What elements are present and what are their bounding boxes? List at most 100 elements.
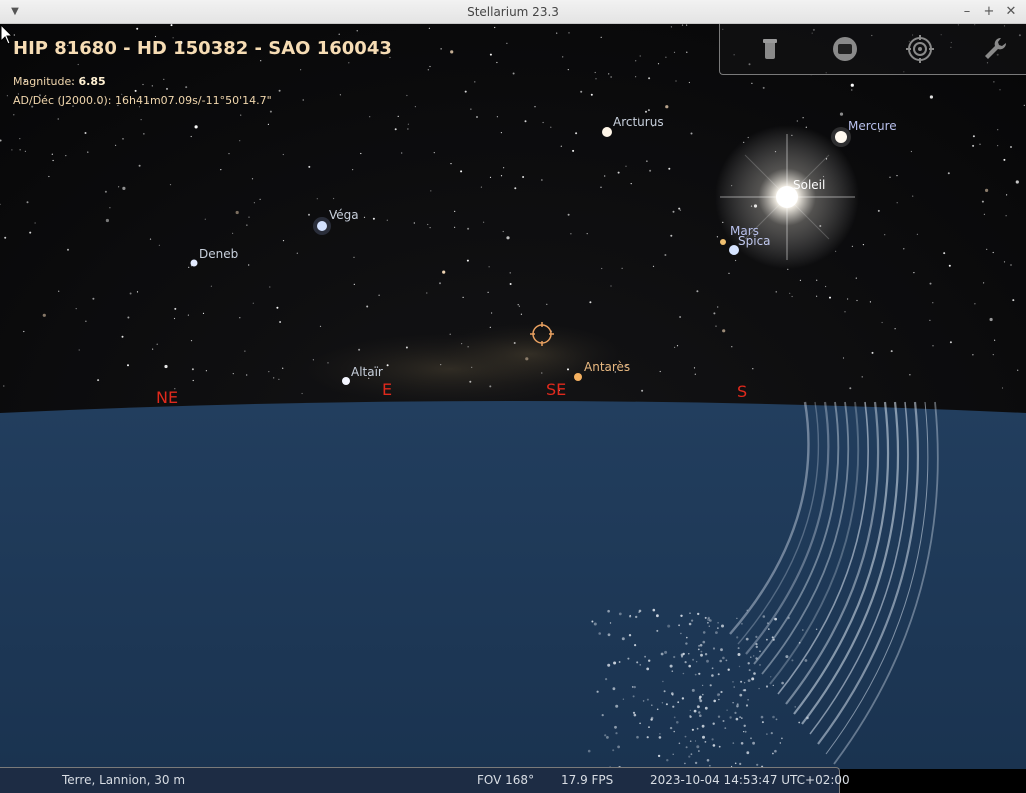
ground-speck xyxy=(734,762,737,765)
star xyxy=(1005,215,1007,217)
star xyxy=(109,207,111,209)
ground-speck xyxy=(751,677,755,681)
star xyxy=(97,379,100,382)
star xyxy=(353,256,355,258)
ground-speck xyxy=(688,664,691,668)
ground-speck xyxy=(733,686,735,688)
minimize-button[interactable]: – xyxy=(958,3,976,21)
star xyxy=(693,367,696,369)
star xyxy=(829,296,831,299)
milky-way-core xyxy=(440,324,620,384)
star xyxy=(105,218,109,223)
star xyxy=(474,81,476,83)
sky-view[interactable]: Soleil Mercure Mars Spica Arcturus Véga … xyxy=(0,24,1026,769)
star xyxy=(169,184,172,186)
star xyxy=(301,392,303,395)
ground-speck xyxy=(684,735,687,738)
arcturus-marker[interactable] xyxy=(602,127,612,137)
star xyxy=(850,83,854,87)
star xyxy=(158,244,160,246)
ground-speck xyxy=(639,664,641,666)
sky-canvas[interactable]: Soleil Mercure Mars Spica Arcturus Véga … xyxy=(0,24,1026,769)
ground-speck xyxy=(771,636,774,639)
title-bar: ▼ Stellarium 23.3 – + ✕ xyxy=(0,0,1026,24)
ground-speck xyxy=(760,715,764,719)
star xyxy=(248,216,250,218)
ground-speck xyxy=(606,736,609,739)
star xyxy=(1003,158,1006,161)
ground-speck xyxy=(717,627,719,629)
ground-speck xyxy=(673,730,675,733)
star xyxy=(413,222,415,224)
star xyxy=(799,279,802,281)
ground-speck xyxy=(639,722,641,725)
ground-speck xyxy=(743,682,746,684)
ground-speck xyxy=(735,717,739,721)
star xyxy=(676,345,679,347)
star xyxy=(617,171,620,174)
star xyxy=(679,316,682,318)
ground-speck xyxy=(691,688,695,692)
star xyxy=(518,305,521,307)
ground-speck xyxy=(772,752,774,755)
ground-speck xyxy=(704,653,708,656)
star xyxy=(429,65,431,68)
star xyxy=(405,346,408,349)
ground-speck xyxy=(736,636,739,639)
star xyxy=(204,218,206,220)
close-button[interactable]: ✕ xyxy=(1002,3,1020,21)
star xyxy=(138,164,141,167)
ground-speck xyxy=(712,722,715,725)
star xyxy=(308,165,311,168)
target-icon[interactable] xyxy=(905,34,935,64)
ground-speck xyxy=(740,680,743,683)
star xyxy=(849,387,852,390)
datetime-text[interactable]: 2023-10-04 14:53:47 UTC+02:00 xyxy=(650,773,850,787)
ground-speck xyxy=(622,698,625,700)
location-text[interactable]: Terre, Lannion, 30 m xyxy=(62,773,185,787)
star xyxy=(652,265,655,267)
star xyxy=(352,169,354,171)
star xyxy=(713,312,716,315)
star xyxy=(1010,264,1012,266)
ground-speck xyxy=(596,690,599,693)
star xyxy=(932,302,934,304)
star xyxy=(358,348,361,351)
star xyxy=(673,51,676,53)
ground-speck xyxy=(756,763,759,766)
telescope-icon[interactable] xyxy=(755,34,785,64)
star xyxy=(665,105,669,109)
maximize-button[interactable]: + xyxy=(980,3,998,21)
star xyxy=(170,24,173,27)
ground-speck xyxy=(768,628,770,630)
ground-speck xyxy=(618,661,621,663)
star xyxy=(567,69,569,71)
ground-speck xyxy=(689,715,692,718)
star xyxy=(489,176,492,178)
ground-speck xyxy=(737,647,740,650)
ground-speck xyxy=(698,750,700,752)
star xyxy=(1017,369,1019,371)
star xyxy=(568,32,570,34)
label-arcturus: Arcturus xyxy=(613,115,664,129)
star xyxy=(610,76,612,78)
wrench-icon[interactable] xyxy=(980,34,1010,64)
deneb-marker[interactable] xyxy=(190,259,198,267)
star xyxy=(572,149,575,152)
star xyxy=(34,222,36,224)
ground-speck xyxy=(636,735,639,739)
ground-speck xyxy=(755,657,758,660)
status-bar[interactable]: Terre, Lannion, 30 m FOV 168° 17.9 FPS 2… xyxy=(0,767,850,793)
mars-marker[interactable] xyxy=(720,239,726,245)
star xyxy=(686,24,688,26)
antares-marker[interactable] xyxy=(574,373,582,381)
ground-speck xyxy=(612,687,616,691)
star xyxy=(659,370,661,373)
star xyxy=(19,138,21,140)
ground-speck xyxy=(677,701,680,704)
ground-speck xyxy=(659,733,661,735)
ground-speck xyxy=(665,703,668,706)
screen-icon[interactable] xyxy=(830,34,860,64)
star xyxy=(232,232,234,234)
altair-marker[interactable] xyxy=(342,377,350,385)
